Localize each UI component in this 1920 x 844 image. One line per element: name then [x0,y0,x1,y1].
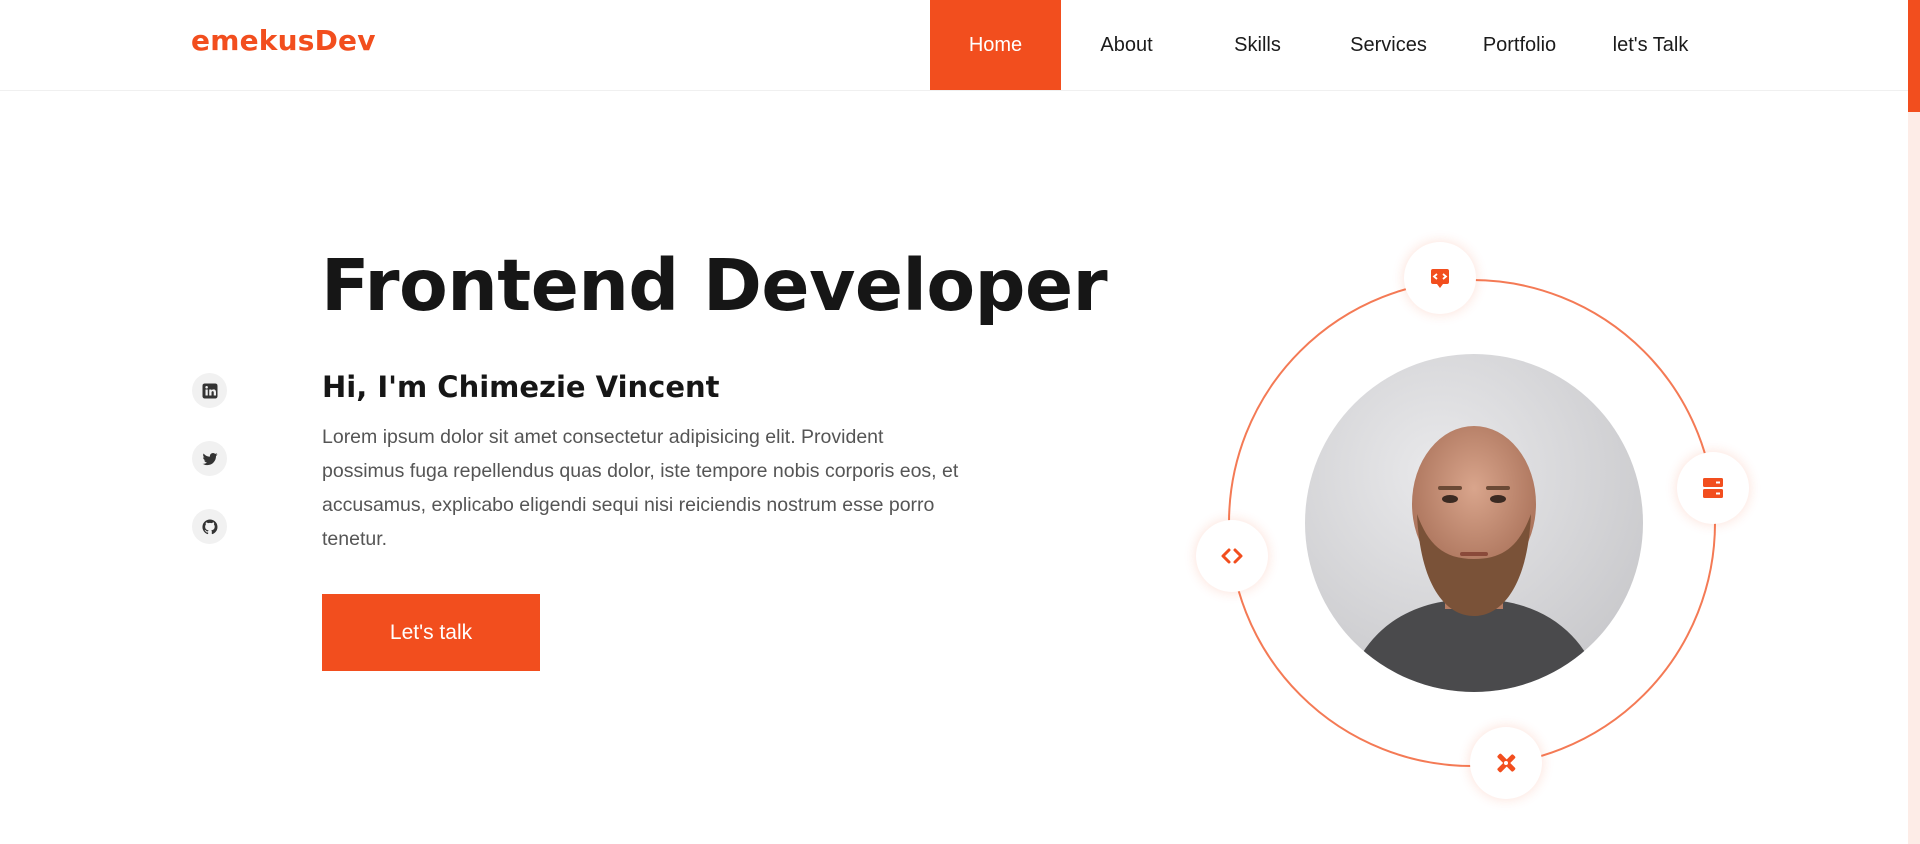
nav-home[interactable]: Home [930,0,1061,90]
server-orb [1677,452,1749,524]
site-header: emekusDev Home About Skills Services Por… [0,0,1908,91]
linkedin-icon [202,383,217,398]
github-link[interactable] [192,509,227,544]
hero-description: Lorem ipsum dolor sit amet consectetur a… [322,426,959,550]
lets-talk-button[interactable]: Let's talk [322,594,540,671]
nav-about[interactable]: About [1061,0,1192,90]
hero-title: Frontend Developer [321,244,1108,327]
scrollbar-thumb[interactable] [1908,0,1920,112]
nav-skills[interactable]: Skills [1192,0,1323,90]
linkedin-link[interactable] [192,373,227,408]
twitter-icon [202,452,217,465]
page-scrollbar[interactable] [1908,0,1920,844]
hero-subtitle: Hi, I'm Chimezie Vincent [322,370,720,404]
server-icon [1703,478,1723,498]
nav-portfolio[interactable]: Portfolio [1454,0,1585,90]
nav-lets-talk[interactable]: let's Talk [1585,0,1716,90]
code-orb [1196,520,1268,592]
social-links [192,373,227,577]
brand-logo[interactable]: emekusDev [191,24,376,57]
profile-photo [1305,354,1643,692]
twitter-link[interactable] [192,441,227,476]
code-badge-icon [1431,269,1449,288]
code-badge-orb [1404,242,1476,314]
main-nav: Home About Skills Services Portfolio let… [930,0,1716,90]
code-icon [1221,548,1243,564]
github-icon [201,518,217,534]
nav-services[interactable]: Services [1323,0,1454,90]
tools-icon [1497,753,1516,773]
tools-orb [1470,727,1542,799]
